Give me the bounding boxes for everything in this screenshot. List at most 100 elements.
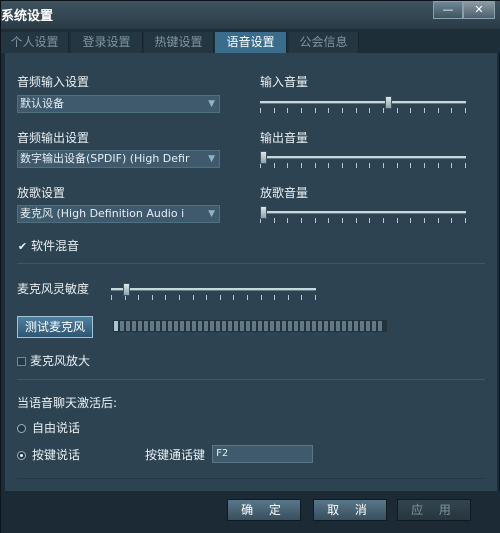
software-mix-checkbox[interactable]: ✔ 软件混音 [17, 237, 79, 254]
software-mix-label: 软件混音 [31, 239, 80, 253]
slider-ticks [260, 108, 466, 114]
voice-chat-heading: 当语音聊天激活后: [17, 396, 118, 410]
slider-tick [438, 108, 439, 113]
meter-segment [174, 321, 178, 331]
slider-tick [369, 218, 370, 223]
meter-segment [132, 321, 136, 331]
close-button[interactable]: ✕ [463, 1, 495, 19]
hotkey-input[interactable]: F2 [212, 445, 313, 463]
slider-tick [465, 163, 466, 168]
slider-tick [328, 218, 329, 223]
free-talk-label: 自由说话 [32, 421, 81, 435]
slider-tick [233, 295, 234, 300]
slider-thumb[interactable] [385, 96, 392, 109]
meter-segment [342, 321, 346, 331]
slider-tick [315, 218, 316, 223]
input-volume-slider[interactable] [260, 96, 466, 117]
output-volume-slider[interactable] [260, 151, 466, 172]
mic-sensitivity-slider[interactable] [111, 283, 316, 304]
radio-selected-icon [17, 451, 26, 460]
meter-segment [150, 321, 154, 331]
slider-tick [397, 108, 398, 113]
slider-tick [287, 218, 288, 223]
mic-boost-checkbox[interactable]: 麦克风放大 [17, 352, 90, 369]
slider-tick [328, 108, 329, 113]
ok-button[interactable]: 确 定 [227, 499, 301, 521]
playback-volume-label: 放歌音量 [260, 186, 309, 200]
audio-output-value: 数字输出设备(SPDIF) (High Defir [20, 152, 190, 165]
chevron-down-icon: ▼ [208, 209, 215, 219]
title-bar[interactable]: 系统设置 — ✕ [1, 1, 500, 29]
slider-thumb[interactable] [260, 151, 267, 164]
apply-button[interactable]: 应 用 [397, 499, 471, 521]
slider-tick [369, 163, 370, 168]
divider [17, 478, 485, 479]
slider-thumb[interactable] [260, 206, 267, 219]
slider-tick [342, 218, 343, 223]
radio-unselected-icon [17, 424, 26, 433]
meter-segment [180, 321, 184, 331]
playback-volume-slider[interactable] [260, 206, 466, 227]
tab-hotkey-settings[interactable]: 热键设置 [144, 32, 214, 53]
tab-personal-settings[interactable]: 个人设置 [1, 32, 69, 53]
slider-tick [356, 108, 357, 113]
hotkey-label: 按键通话键 [145, 448, 206, 462]
slider-tick [356, 163, 357, 168]
input-volume-label: 输入音量 [260, 75, 309, 89]
slider-thumb[interactable] [123, 283, 130, 296]
cancel-button[interactable]: 取 消 [313, 499, 387, 521]
meter-segment [228, 321, 232, 331]
slider-tick [397, 163, 398, 168]
meter-segment [138, 321, 142, 331]
meter-segment [210, 321, 214, 331]
slider-track [260, 211, 466, 214]
meter-segment [192, 321, 196, 331]
tab-guild-info[interactable]: 公会信息 [289, 32, 359, 53]
slider-tick [383, 163, 384, 168]
slider-tick [260, 108, 261, 113]
playback-label: 放歌设置 [17, 186, 66, 200]
tab-login-settings[interactable]: 登录设置 [71, 32, 143, 53]
slider-tick [438, 163, 439, 168]
settings-window: 系统设置 — ✕ 个人设置 登录设置 热键设置 语音设置 公会信息 音频输入设置… [0, 0, 500, 533]
slider-ticks [260, 163, 466, 169]
audio-output-select[interactable]: 数字输出设备(SPDIF) (High Defir ▼ [17, 150, 220, 168]
meter-segment [300, 321, 304, 331]
tab-voice-settings[interactable]: 语音设置 [215, 32, 287, 53]
slider-tick [301, 218, 302, 223]
meter-segment [126, 321, 130, 331]
push-to-talk-label: 按键说话 [32, 448, 81, 462]
meter-segment [216, 321, 220, 331]
audio-input-label: 音频输入设置 [17, 75, 90, 89]
divider [17, 379, 485, 380]
chevron-down-icon: ▼ [208, 154, 215, 164]
slider-tick [465, 108, 466, 113]
close-icon: ✕ [474, 3, 484, 16]
dialog-footer: 确 定 取 消 应 用 [1, 491, 500, 533]
slider-tick [451, 163, 452, 168]
slider-tick [342, 163, 343, 168]
playback-select[interactable]: 麦克风 (High Definition Audio i ▼ [17, 205, 220, 223]
slider-tick [465, 218, 466, 223]
checkbox-empty-icon [17, 357, 26, 366]
minimize-button[interactable]: — [433, 1, 463, 19]
slider-tick [397, 218, 398, 223]
free-talk-radio[interactable]: 自由说话 [17, 419, 80, 436]
slider-tick [328, 163, 329, 168]
divider [17, 263, 485, 264]
slider-tick [451, 218, 452, 223]
meter-segment [156, 321, 160, 331]
slider-tick [111, 295, 112, 300]
push-to-talk-radio[interactable]: 按键说话 [17, 446, 80, 463]
checkmark-icon: ✔ [17, 240, 28, 253]
slider-tick [261, 295, 262, 300]
slider-tick [165, 295, 166, 300]
meter-segment [378, 321, 382, 331]
meter-segment [162, 321, 166, 331]
slider-tick [356, 218, 357, 223]
meter-segment [330, 321, 334, 331]
meter-segment [204, 321, 208, 331]
slider-tick [220, 295, 221, 300]
test-mic-button[interactable]: 测试麦克风 [17, 316, 93, 338]
audio-input-select[interactable]: 默认设备 ▼ [17, 95, 220, 113]
